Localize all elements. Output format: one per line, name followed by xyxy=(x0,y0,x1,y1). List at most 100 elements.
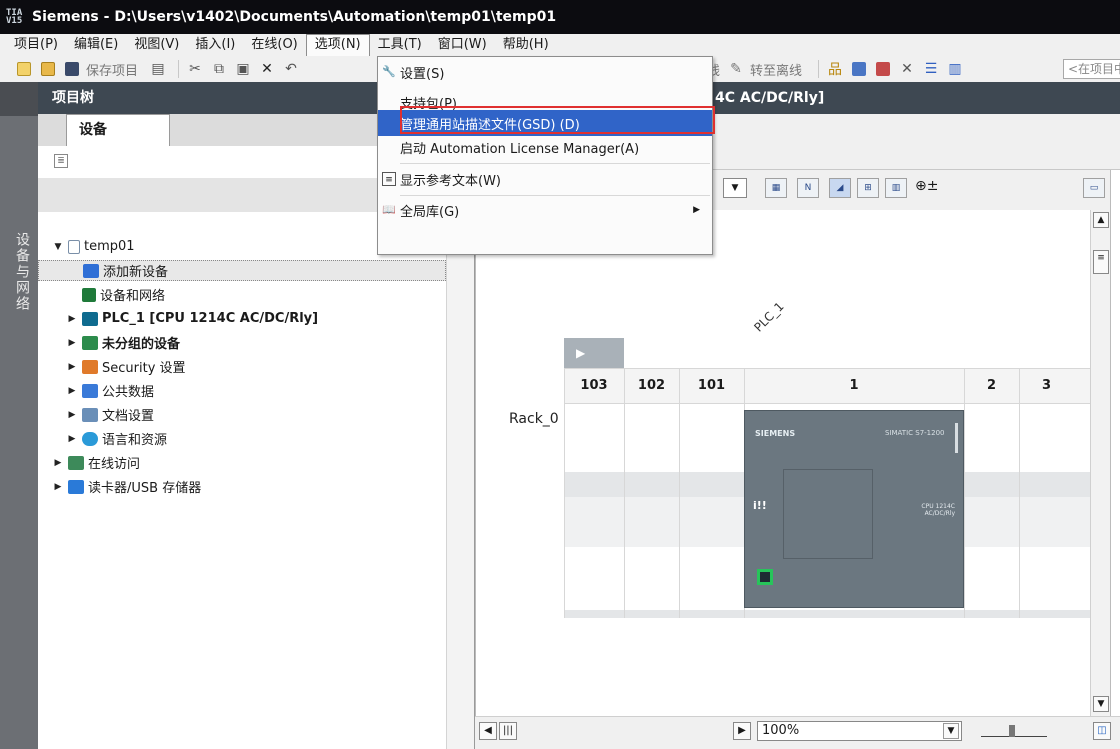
editor-side-panel xyxy=(1110,170,1120,749)
collapsed-arrow-icon[interactable]: ▶ xyxy=(52,482,64,492)
slot-3[interactable]: 3 xyxy=(1019,368,1074,404)
device-select-dropdown[interactable]: ▼ xyxy=(723,178,747,198)
tab-devices[interactable]: 设备 xyxy=(66,114,170,146)
horizontal-scroll-thumb[interactable]: ||| xyxy=(499,722,517,740)
tree-item-add-device[interactable]: 添加新设备 xyxy=(38,260,446,281)
collapsed-arrow-icon[interactable]: ▶ xyxy=(52,458,64,468)
overview-icon[interactable]: ▥ xyxy=(885,178,907,198)
security-icon xyxy=(82,359,98,374)
go-offline-button[interactable]: 转至离线 xyxy=(750,60,802,79)
undo-icon[interactable]: ↶ xyxy=(281,59,301,79)
menu-item-license-manager[interactable]: 启动 Automation License Manager(A) xyxy=(378,136,712,158)
scroll-up-icon[interactable]: ▲ xyxy=(1093,212,1109,228)
scroll-down-icon[interactable]: ▼ xyxy=(1093,696,1109,712)
cpu-module[interactable]: SIEMENS SIMATIC S7-1200 i!! CPU 1214C AC… xyxy=(744,410,964,608)
menu-help[interactable]: 帮助(H) xyxy=(495,34,557,56)
tree-item-doc-settings[interactable]: ▶ 文档设置 xyxy=(38,404,446,425)
tree-item-card-reader[interactable]: ▶ 读卡器/USB 存储器 xyxy=(38,476,446,497)
cut-icon[interactable]: ✂ xyxy=(185,59,205,79)
slot-103[interactable]: 103 xyxy=(564,368,624,404)
scroll-right-icon[interactable]: ▶ xyxy=(733,722,751,740)
scroll-thumb[interactable]: ≡ xyxy=(1093,250,1109,274)
open-project-icon[interactable] xyxy=(38,59,58,79)
zoom-slider-thumb[interactable] xyxy=(1009,725,1015,737)
slot-102[interactable]: 102 xyxy=(624,368,679,404)
menu-window[interactable]: 窗口(W) xyxy=(430,34,495,56)
io-icon: i!! xyxy=(753,499,767,512)
grid-icon[interactable]: ⊞ xyxy=(857,178,879,198)
collapsed-arrow-icon[interactable]: ▶ xyxy=(66,314,78,324)
tree-item-languages[interactable]: ▶ 语言和资源 xyxy=(38,428,446,449)
slot-divider xyxy=(964,368,965,618)
zoom-slider[interactable] xyxy=(981,725,1047,737)
tree-item-devices-networks[interactable]: 设备和网络 xyxy=(38,284,446,305)
menu-insert[interactable]: 插入(I) xyxy=(187,34,243,56)
tree-item-plc1[interactable]: ▶ PLC_1 [CPU 1214C AC/DC/Rly] xyxy=(38,308,446,329)
tree-item-common-data[interactable]: ▶ 公共数据 xyxy=(38,380,446,401)
scroll-left-icon[interactable]: ◀ xyxy=(479,722,497,740)
tree-item-label: 语言和资源 xyxy=(102,433,168,448)
online-access-icon xyxy=(68,455,84,470)
menu-item-label: 设置(S) xyxy=(400,66,445,82)
common-data-icon xyxy=(82,383,98,398)
network-icon xyxy=(82,287,96,302)
save-icon[interactable] xyxy=(62,59,82,79)
menu-project[interactable]: 项目(P) xyxy=(6,34,66,56)
devices-networks-tab[interactable]: 设备与网络 xyxy=(6,232,32,312)
library-icon: 📖 xyxy=(382,203,396,216)
menu-item-label: 全局库(G) xyxy=(400,204,460,220)
collapsed-arrow-icon[interactable]: ▶ xyxy=(66,434,78,444)
menu-item-settings[interactable]: 🔧 设置(S) xyxy=(378,59,712,85)
slot-2[interactable]: 2 xyxy=(964,368,1019,404)
tree-item-label: 添加新设备 xyxy=(103,265,169,280)
zoom-select[interactable]: 100% xyxy=(757,721,962,741)
zoom-dropdown-icon[interactable]: ▼ xyxy=(943,723,959,739)
menu-item-global-libraries[interactable]: 📖 全局库(G) ▶ xyxy=(378,197,712,223)
delete-icon[interactable]: ✕ xyxy=(257,59,277,79)
ethernet-port-icon[interactable] xyxy=(757,569,773,585)
menu-online[interactable]: 在线(O) xyxy=(243,34,305,56)
collapsed-arrow-icon[interactable]: ▶ xyxy=(66,386,78,396)
stop-cpu-icon[interactable] xyxy=(873,59,893,79)
slot-1[interactable]: 1 xyxy=(744,368,964,404)
cross-reference-icon[interactable]: ✕ xyxy=(897,59,917,79)
tree-item-security[interactable]: ▶ Security 设置 xyxy=(38,356,446,377)
split-vertical-icon[interactable]: ▥ xyxy=(945,59,965,79)
tree-view-icon[interactable]: ≣ xyxy=(54,154,68,168)
save-project-button[interactable]: 保存项目 xyxy=(86,60,138,79)
accessible-devices-icon[interactable]: 品 xyxy=(825,59,845,79)
menu-item-reference-text[interactable]: ≡ 显示参考文本(W) xyxy=(378,166,712,192)
menu-tools[interactable]: 工具(T) xyxy=(370,34,430,56)
expanded-arrow-icon[interactable]: ▼ xyxy=(52,242,64,252)
collapsed-arrow-icon[interactable]: ▶ xyxy=(66,362,78,372)
plc-icon xyxy=(82,311,98,326)
menu-item-manage-gsd[interactable]: 管理通用站描述文件(GSD) (D) xyxy=(378,110,712,136)
panel-toggle-icon[interactable]: ▭ xyxy=(1083,178,1105,198)
name-display-icon[interactable]: N xyxy=(797,178,819,198)
menu-item-label: 支持包(P) xyxy=(400,96,457,112)
split-horizontal-icon[interactable]: ☰ xyxy=(921,59,941,79)
toolbar-divider xyxy=(178,60,180,78)
slot-101[interactable]: 101 xyxy=(679,368,744,404)
go-offline-icon[interactable]: ✎ xyxy=(726,59,746,79)
zoom-in-icon[interactable]: ⊕± xyxy=(915,178,938,194)
overview-navigation-icon[interactable]: ◫ xyxy=(1093,722,1111,740)
copy-icon[interactable]: ⧉ xyxy=(209,59,229,79)
canvas-vertical-scrollbar[interactable]: ▲ ≡ ▼ xyxy=(1090,210,1110,716)
network-view-icon[interactable]: ▦ xyxy=(765,178,787,198)
tree-item-online-access[interactable]: ▶ 在线访问 xyxy=(38,452,446,473)
collapsed-arrow-icon[interactable]: ▶ xyxy=(66,338,78,348)
start-cpu-icon[interactable] xyxy=(849,59,869,79)
tree-item-ungrouped-devices[interactable]: ▶ 未分组的设备 xyxy=(38,332,446,353)
print-icon[interactable]: ▤ xyxy=(148,59,168,79)
paste-icon[interactable]: ▣ xyxy=(233,59,253,79)
cpu-cover xyxy=(783,469,873,559)
topology-icon[interactable]: ◢ xyxy=(829,178,851,198)
menu-view[interactable]: 视图(V) xyxy=(126,34,187,56)
project-search-input[interactable]: <在项目中 xyxy=(1063,59,1120,79)
menu-edit[interactable]: 编辑(E) xyxy=(66,34,126,56)
new-project-icon[interactable] xyxy=(14,59,34,79)
menu-options[interactable]: 选项(N) xyxy=(305,34,370,56)
collapsed-arrow-icon[interactable]: ▶ xyxy=(66,410,78,420)
expand-slots-button[interactable]: ▶ xyxy=(564,338,624,368)
